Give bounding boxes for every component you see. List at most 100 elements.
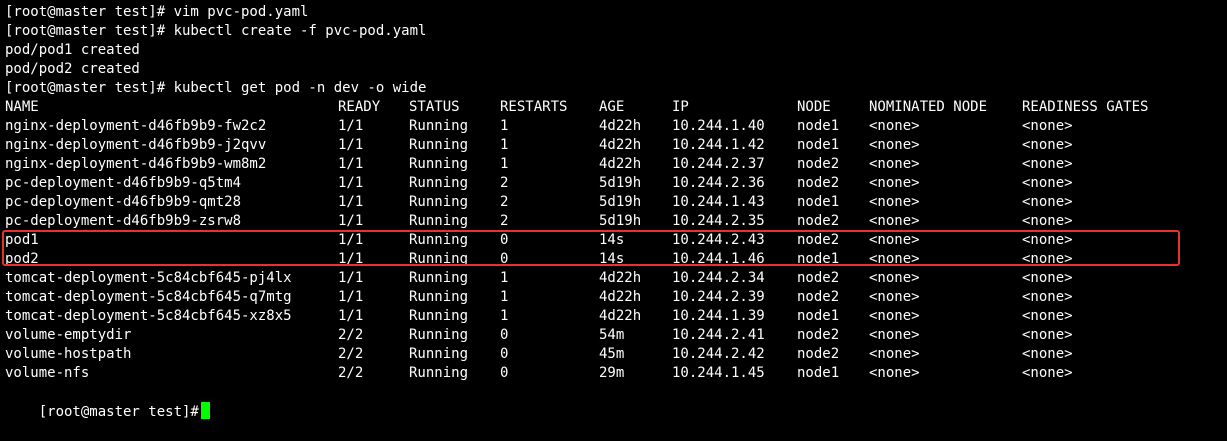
cell-ready: 1/1 [338, 213, 364, 229]
cell-ip: 10.244.1.40 [672, 118, 765, 134]
cell-ip: 10.244.2.42 [672, 346, 765, 362]
table-row: pc-deployment-d46fb9b9-qmt28 1/1 Running 2 5… [5, 193, 1223, 212]
cell-status: Running [409, 156, 469, 172]
cell-age: 45m [599, 346, 625, 362]
cursor-block [200, 402, 210, 419]
cell-ready: 1/1 [338, 137, 364, 153]
header-readiness-gates: READINESS GATES [1022, 99, 1149, 115]
cell-name: nginx-deployment-d46fb9b9-fw2c2 [5, 118, 267, 134]
header-nominated-node: NOMINATED NODE [869, 99, 988, 115]
header-restarts: RESTARTS [500, 99, 568, 115]
cell-node: node2 [797, 156, 840, 172]
cell-ip: 10.244.2.35 [672, 213, 765, 229]
header-name: NAME [5, 99, 39, 115]
cell-age: 4d22h [599, 156, 642, 172]
cell-status: Running [409, 118, 469, 134]
cell-ip: 10.244.2.41 [672, 327, 765, 343]
table-row: pc-deployment-d46fb9b9-zsrw8 1/1 Running 2 5… [5, 212, 1223, 231]
command-output-line: pod/pod1 created [5, 42, 140, 58]
cell-readiness-gates: <none> [1022, 270, 1073, 286]
cell-restarts: 1 [500, 289, 509, 305]
command-output-line: pod/pod2 created [5, 61, 140, 77]
terminal-window[interactable]: [root@master test]# vim pvc-pod.yaml [ro… [5, 3, 1223, 420]
cell-age: 4d22h [599, 308, 642, 324]
cell-nominated-node: <none> [869, 156, 920, 172]
cell-ip: 10.244.1.45 [672, 365, 765, 381]
header-ready: READY [338, 99, 381, 115]
cell-readiness-gates: <none> [1022, 308, 1073, 324]
cell-node: node2 [797, 289, 840, 305]
table-row: nginx-deployment-d46fb9b9-wm8m2 1/1 Runnin… [5, 155, 1223, 174]
cell-readiness-gates: <none> [1022, 137, 1073, 153]
cell-nominated-node: <none> [869, 137, 920, 153]
cell-ready: 1/1 [338, 194, 364, 210]
table-header-row: NAME READY STATUS RESTARTS AGE IP NODE N… [5, 98, 1223, 117]
cell-age: 4d22h [599, 270, 642, 286]
cell-nominated-node: <none> [869, 118, 920, 134]
cell-restarts: 2 [500, 213, 509, 229]
table-row: volume-hostpath 2/2 Running 0 45m 10.244.2.42… [5, 345, 1223, 364]
cell-node: node2 [797, 213, 840, 229]
cell-status: Running [409, 270, 469, 286]
cell-nominated-node: <none> [869, 346, 920, 362]
cell-readiness-gates: <none> [1022, 289, 1073, 305]
cell-node: node1 [797, 194, 840, 210]
cell-restarts: 0 [500, 346, 509, 362]
highlight-box [2, 230, 1180, 266]
command-line: [root@master test]# kubectl get pod -n d… [5, 80, 427, 96]
prompt-line[interactable]: [root@master test]# [5, 383, 1223, 420]
table-row: nginx-deployment-d46fb9b9-fw2c2 1/1 Runnin… [5, 117, 1223, 136]
cell-ip: 10.244.2.37 [672, 156, 765, 172]
cell-age: 54m [599, 327, 625, 343]
cell-age: 4d22h [599, 118, 642, 134]
cell-nominated-node: <none> [869, 175, 920, 191]
cell-status: Running [409, 194, 469, 210]
cell-status: Running [409, 327, 469, 343]
header-status: STATUS [409, 99, 460, 115]
cell-status: Running [409, 213, 469, 229]
cell-age: 4d22h [599, 289, 642, 305]
cell-ready: 1/1 [338, 156, 364, 172]
cell-age: 5d19h [599, 213, 642, 229]
cell-readiness-gates: <none> [1022, 175, 1073, 191]
cell-ready: 1/1 [338, 308, 364, 324]
cell-age: 5d19h [599, 194, 642, 210]
header-ip: IP [672, 99, 689, 115]
cell-readiness-gates: <none> [1022, 156, 1073, 172]
cell-node: node2 [797, 327, 840, 343]
cell-ip: 10.244.2.39 [672, 289, 765, 305]
table-row: nginx-deployment-d46fb9b9-j2qvv 1/1 Runnin… [5, 136, 1223, 155]
header-age: AGE [599, 99, 625, 115]
cell-name: pc-deployment-d46fb9b9-qmt28 [5, 194, 242, 210]
cell-restarts: 1 [500, 118, 509, 134]
cell-node: node1 [797, 137, 840, 153]
cell-node: node1 [797, 365, 840, 381]
table-row: pc-deployment-d46fb9b9-q5tm4 1/1 Running 2 5… [5, 174, 1223, 193]
cell-status: Running [409, 175, 469, 191]
cell-node: node2 [797, 175, 840, 191]
cell-name: pc-deployment-d46fb9b9-zsrw8 [5, 213, 242, 229]
cell-readiness-gates: <none> [1022, 213, 1073, 229]
table-row: volume-nfs 2/2 Running 0 29m 10.244.1.45 node1… [5, 364, 1223, 383]
cell-restarts: 1 [500, 137, 509, 153]
cell-node: node1 [797, 308, 840, 324]
cell-ip: 10.244.1.39 [672, 308, 765, 324]
cell-node: node2 [797, 270, 840, 286]
cell-name: pc-deployment-d46fb9b9-q5tm4 [5, 175, 242, 191]
cell-ip: 10.244.1.43 [672, 194, 765, 210]
cell-name: volume-nfs [5, 365, 90, 381]
cell-node: node2 [797, 346, 840, 362]
table-row: tomcat-deployment-5c84cbf645-pj4lx 1/1 Run… [5, 269, 1223, 288]
cell-restarts: 2 [500, 175, 509, 191]
cell-nominated-node: <none> [869, 365, 920, 381]
cell-readiness-gates: <none> [1022, 327, 1073, 343]
cell-readiness-gates: <none> [1022, 118, 1073, 134]
header-node: NODE [797, 99, 831, 115]
cell-name: tomcat-deployment-5c84cbf645-q7mtg [5, 289, 292, 305]
cell-name: volume-hostpath [5, 346, 132, 362]
cell-age: 4d22h [599, 137, 642, 153]
cell-age: 5d19h [599, 175, 642, 191]
cell-name: nginx-deployment-d46fb9b9-wm8m2 [5, 156, 267, 172]
cell-ready: 1/1 [338, 175, 364, 191]
cell-readiness-gates: <none> [1022, 365, 1073, 381]
